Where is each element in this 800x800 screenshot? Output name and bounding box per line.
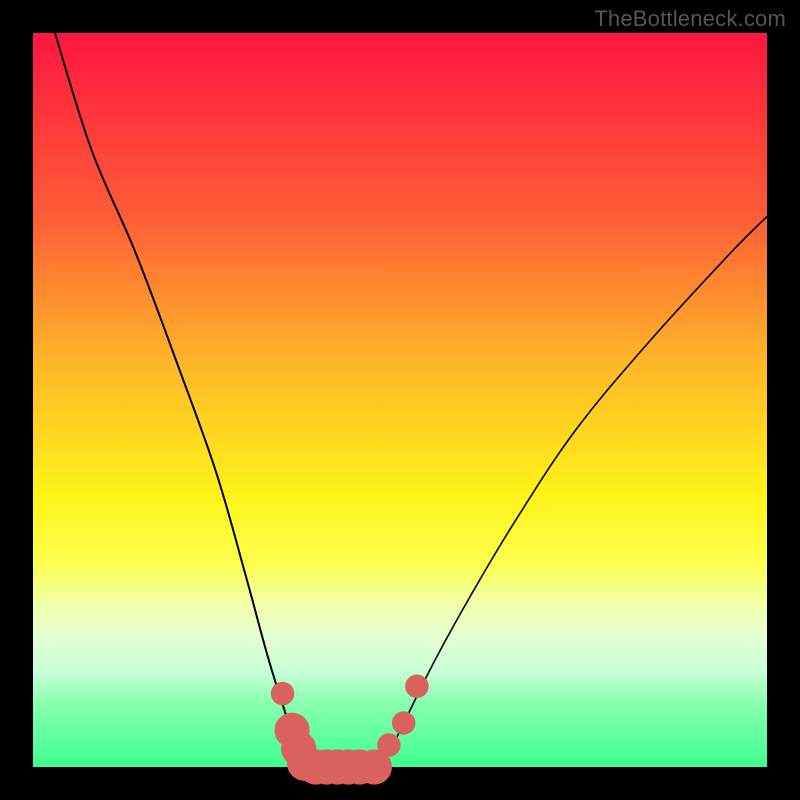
marker-12: [405, 675, 428, 698]
series-left-branch: [55, 33, 305, 767]
marker-10: [377, 733, 400, 756]
marker-11: [392, 711, 415, 734]
series-right-branch: [378, 217, 767, 768]
chart-plot-area: [33, 33, 767, 767]
chart-svg: [33, 33, 767, 767]
marker-0: [271, 682, 294, 705]
chart-markers: [271, 675, 429, 785]
chart-frame: TheBottleneck.com: [0, 0, 800, 800]
watermark-text: TheBottleneck.com: [594, 6, 786, 32]
chart-lines: [55, 33, 767, 767]
